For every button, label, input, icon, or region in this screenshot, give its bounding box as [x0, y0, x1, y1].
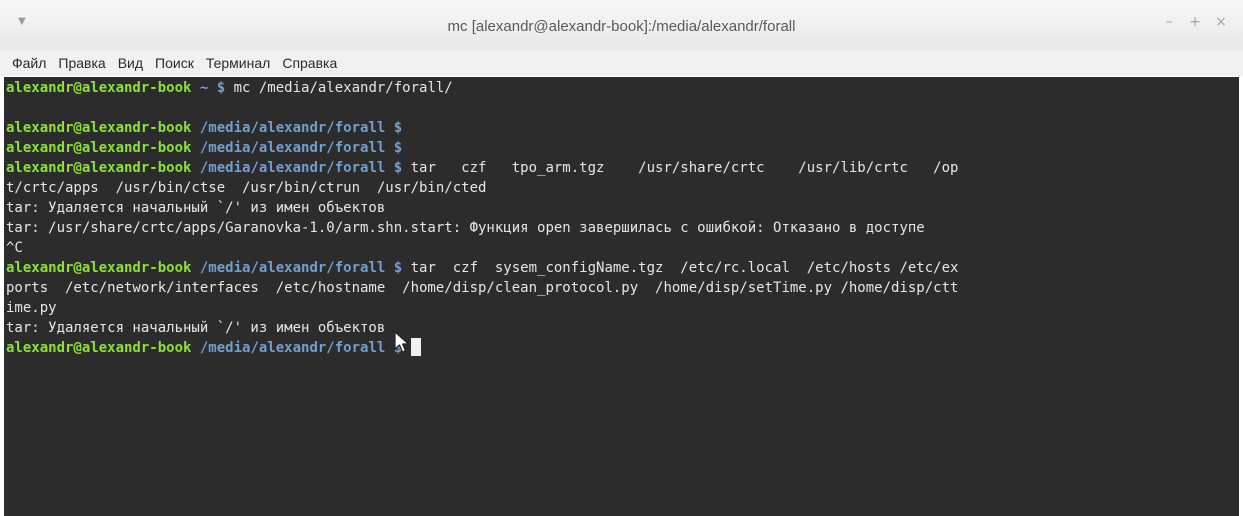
line-text: mc /media/alexandr/forall/ — [225, 80, 453, 96]
line-text: ports /etc/network/interfaces /etc/hostn… — [6, 280, 959, 296]
prompt-user: alexandr@alexandr-book — [6, 80, 192, 96]
menu-help[interactable]: Справка — [280, 53, 339, 73]
terminal-line: alexandr@alexandr-book ~ $ mc /media/ale… — [6, 78, 453, 98]
menu-bar: Файл Правка Вид Поиск Терминал Справка — [0, 50, 1243, 76]
menu-terminal[interactable]: Терминал — [204, 53, 272, 73]
terminal-window: ▼ mc [alexandr@alexandr-book]:/media/ale… — [0, 0, 1243, 516]
prompt-user: alexandr@alexandr-book — [6, 160, 192, 176]
line-text: tar czf tpo_arm.tgz /usr/share/crtc /usr… — [402, 160, 959, 176]
terminal-line: tar: Удаляется начальный `/' из имен объ… — [6, 198, 385, 218]
terminal-line: t/crtc/apps /usr/bin/ctse /usr/bin/ctrun… — [6, 178, 486, 198]
menu-edit[interactable]: Правка — [56, 53, 107, 73]
prompt-path: /media/alexandr/forall $ — [191, 260, 403, 276]
terminal-line: alexandr@alexandr-book /media/alexandr/f… — [6, 338, 421, 358]
menu-view[interactable]: Вид — [116, 53, 145, 73]
line-text: tar: Удаляется начальный `/' из имен объ… — [6, 320, 386, 336]
terminal-line: alexandr@alexandr-book /media/alexandr/f… — [6, 258, 958, 278]
prompt-path: /media/alexandr/forall $ — [191, 160, 403, 176]
line-text: ime.py — [6, 300, 57, 316]
maximize-icon[interactable]: + — [1189, 14, 1201, 32]
line-text: t/crtc/apps /usr/bin/ctse /usr/bin/ctrun… — [6, 180, 487, 196]
terminal-line: alexandr@alexandr-book /media/alexandr/f… — [6, 138, 402, 158]
minimize-icon[interactable]: – — [1163, 14, 1175, 32]
terminal-output[interactable]: alexandr@alexandr-book ~ $ mc /media/ale… — [4, 77, 1239, 516]
terminal-line: tar: /usr/share/crtc/apps/Garanovka-1.0/… — [6, 218, 925, 238]
line-text: tar: /usr/share/crtc/apps/Garanovka-1.0/… — [6, 220, 925, 236]
window-controls: – + × — [1163, 14, 1227, 32]
prompt-path: /media/alexandr/forall $ — [191, 140, 403, 156]
prompt-user: alexandr@alexandr-book — [6, 120, 192, 136]
prompt-user: alexandr@alexandr-book — [6, 340, 192, 356]
terminal-line: ^C — [6, 238, 23, 258]
menu-file[interactable]: Файл — [10, 53, 48, 73]
prompt-path: ~ $ — [191, 80, 226, 96]
line-text: tar: Удаляется начальный `/' из имен объ… — [6, 200, 386, 216]
close-icon[interactable]: × — [1215, 14, 1227, 32]
terminal-line: alexandr@alexandr-book /media/alexandr/f… — [6, 158, 958, 178]
menu-search[interactable]: Поиск — [153, 53, 196, 73]
terminal-line: ime.py — [6, 298, 57, 318]
line-text: tar czf sysem_configName.tgz /etc/rc.loc… — [402, 260, 959, 276]
window-title: mc [alexandr@alexandr-book]:/media/alexa… — [447, 18, 796, 35]
prompt-user: alexandr@alexandr-book — [6, 140, 192, 156]
terminal-line: tar: Удаляется начальный `/' из имен объ… — [6, 318, 385, 338]
terminal-line: ports /etc/network/interfaces /etc/hostn… — [6, 278, 958, 298]
prompt-user: alexandr@alexandr-book — [6, 260, 192, 276]
title-bar[interactable]: ▼ mc [alexandr@alexandr-book]:/media/ale… — [0, 0, 1243, 51]
text-cursor — [410, 338, 421, 356]
line-text: ^C — [6, 240, 23, 256]
prompt-path: /media/alexandr/forall $ — [191, 120, 403, 136]
mouse-pointer-icon — [394, 331, 410, 353]
terminal-line: alexandr@alexandr-book /media/alexandr/f… — [6, 118, 402, 138]
prompt-path: /media/alexandr/forall $ — [191, 340, 403, 356]
